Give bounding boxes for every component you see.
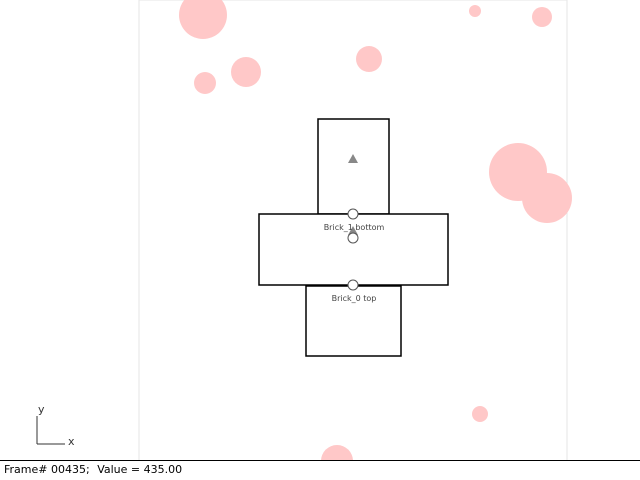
joint-handle-bottom[interactable]	[347, 279, 359, 291]
scene-viewport: Brick_1 bottom Brick_0 top y x	[0, 0, 640, 477]
scene-canvas: Brick_1 bottom Brick_0 top y x	[36, 0, 572, 477]
joint-handle-middle[interactable]	[347, 232, 359, 244]
particle-circle	[532, 7, 552, 27]
x-axis-label: x	[68, 435, 75, 448]
particle-circle	[356, 46, 382, 72]
particle-circle	[194, 72, 216, 94]
particle-circle	[179, 0, 227, 39]
joint-handle-top[interactable]	[347, 208, 359, 220]
status-bar: Frame# 00435; Value = 435.00	[0, 460, 640, 480]
y-axis-label: y	[38, 403, 45, 416]
particle-circle	[472, 406, 488, 422]
particle-circle	[321, 445, 353, 477]
particle-circle	[522, 173, 572, 223]
value-readout: Value = 435.00	[97, 463, 183, 476]
frame-counter: Frame# 00435;	[4, 463, 90, 476]
brick1-bottom-label: Brick_1 bottom	[324, 223, 385, 232]
particle-circle	[469, 5, 481, 17]
axis-indicator: y x	[36, 403, 75, 448]
brick0-top-label: Brick_0 top	[332, 294, 377, 303]
particle-circle	[231, 57, 261, 87]
brick-top-narrow[interactable]	[317, 118, 390, 215]
